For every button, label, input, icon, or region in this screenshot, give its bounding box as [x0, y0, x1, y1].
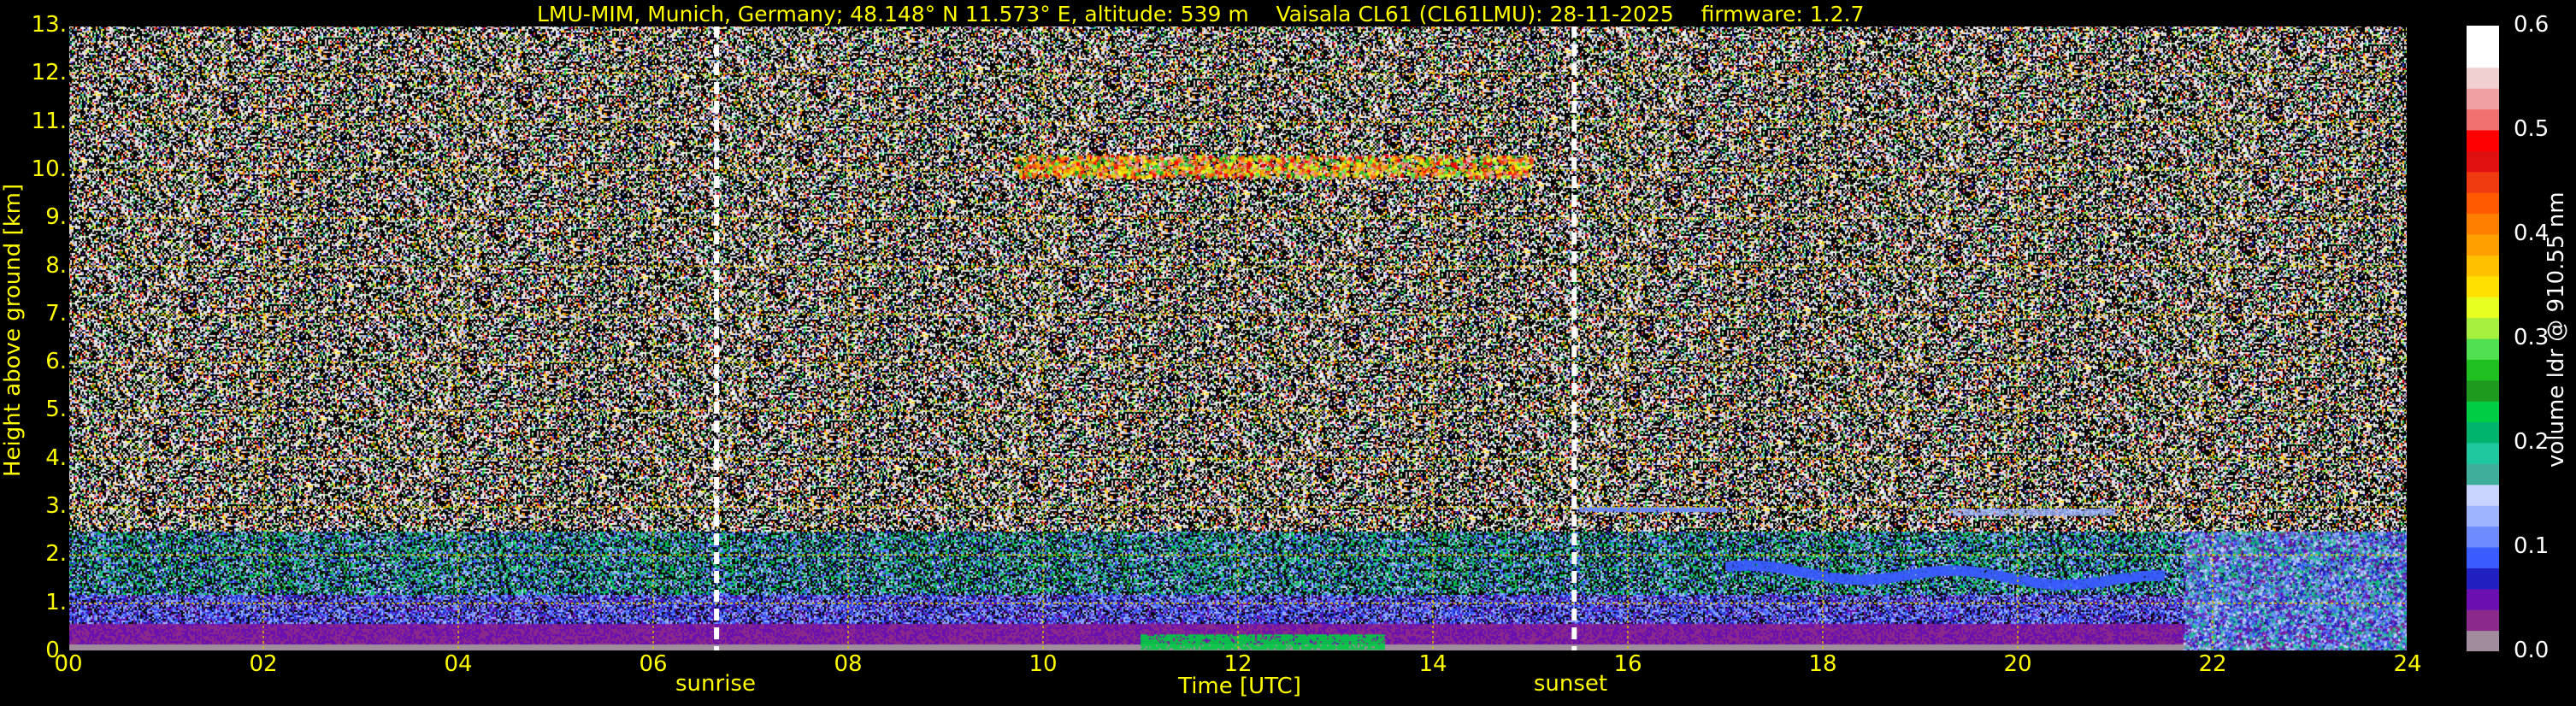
colorbar-segment	[2467, 359, 2499, 381]
colorbar	[2467, 26, 2499, 651]
title-instrument: Vaisala CL61 (CL61LMU): 28-11-2025	[1276, 2, 1674, 26]
x-tick-label: 22	[2198, 651, 2227, 677]
plot-overlay	[68, 26, 2408, 651]
colorbar-title: volume ldr @ 910.55 nm	[2544, 191, 2569, 468]
x-tick-label: 06	[639, 651, 668, 677]
colorbar-segment	[2467, 213, 2499, 235]
colorbar-tick-label: 0.0	[2514, 638, 2549, 663]
x-tick-label: 14	[1418, 651, 1447, 677]
colorbar-segment	[2467, 46, 2499, 68]
y-tick-label: 1.	[45, 589, 67, 615]
colorbar-segment	[2467, 630, 2499, 651]
colorbar-segment	[2467, 192, 2499, 215]
colorbar-segment	[2467, 150, 2499, 173]
colorbar-segment	[2467, 609, 2499, 632]
title-firmware: firmware: 1.2.7	[1701, 2, 1865, 26]
y-tick-label: 5.	[45, 397, 67, 423]
colorbar-segment	[2467, 234, 2499, 256]
y-tick-label: 13.	[31, 12, 67, 38]
colorbar-segment	[2467, 255, 2499, 277]
colorbar-tick-label: 0.1	[2514, 533, 2549, 559]
x-tick-label: 20	[2003, 651, 2032, 677]
x-tick-label: 24	[2393, 651, 2422, 677]
chart-title: LMU-MIM, Munich, Germany; 48.148° N 11.5…	[537, 2, 1864, 26]
colorbar-segment	[2467, 297, 2499, 319]
plot-area	[68, 26, 2408, 651]
colorbar-segment	[2467, 67, 2499, 89]
colorbar-segment	[2467, 547, 2499, 568]
colorbar-segment	[2467, 26, 2499, 47]
ceilometer-figure: LMU-MIM, Munich, Germany; 48.148° N 11.5…	[0, 0, 2576, 706]
colorbar-segment	[2467, 568, 2499, 590]
colorbar-segment	[2467, 171, 2499, 193]
colorbar-segment	[2467, 443, 2499, 464]
colorbar-segment	[2467, 379, 2499, 402]
y-tick-label: 12.	[31, 60, 67, 86]
colorbar-tick-label: 0.6	[2514, 12, 2549, 38]
x-tick-label: 00	[54, 651, 83, 677]
y-tick-label: 2.	[45, 541, 67, 568]
colorbar-segment	[2467, 484, 2499, 506]
y-tick-label: 9.	[45, 204, 67, 231]
x-tick-label: 12	[1223, 651, 1253, 677]
colorbar-segment	[2467, 109, 2499, 131]
y-tick-label: 6.	[45, 349, 67, 375]
colorbar-segment	[2467, 505, 2499, 527]
x-tick-label: 10	[1029, 651, 1058, 677]
colorbar-segment	[2467, 421, 2499, 444]
colorbar-segment	[2467, 401, 2499, 423]
colorbar-segment	[2467, 130, 2499, 151]
x-tick-label: 18	[1808, 651, 1837, 677]
colorbar-segment	[2467, 338, 2499, 360]
y-tick-label: 10.	[31, 156, 67, 182]
x-tick-label: 16	[1613, 651, 1642, 677]
y-tick-label: 4.	[45, 444, 67, 471]
colorbar-segment	[2467, 275, 2499, 297]
x-axis-title: Time [UTC]	[1178, 674, 1301, 699]
title-site: LMU-MIM, Munich, Germany; 48.148° N 11.5…	[537, 2, 1249, 26]
x-tick-label: 08	[834, 651, 863, 677]
colorbar-segment	[2467, 526, 2499, 548]
y-tick-label: 7.	[45, 300, 67, 327]
y-tick-label: 3.	[45, 493, 67, 520]
colorbar-segment	[2467, 588, 2499, 610]
x-tick-label: 04	[444, 651, 473, 677]
y-tick-label: 11.	[31, 108, 67, 134]
colorbar-tick-label: 0.5	[2514, 116, 2549, 142]
colorbar-segment	[2467, 463, 2499, 485]
colorbar-segment	[2467, 317, 2499, 339]
x-tick-label: 02	[249, 651, 278, 677]
colorbar-segment	[2467, 88, 2499, 110]
y-tick-label: 8.	[45, 252, 67, 279]
